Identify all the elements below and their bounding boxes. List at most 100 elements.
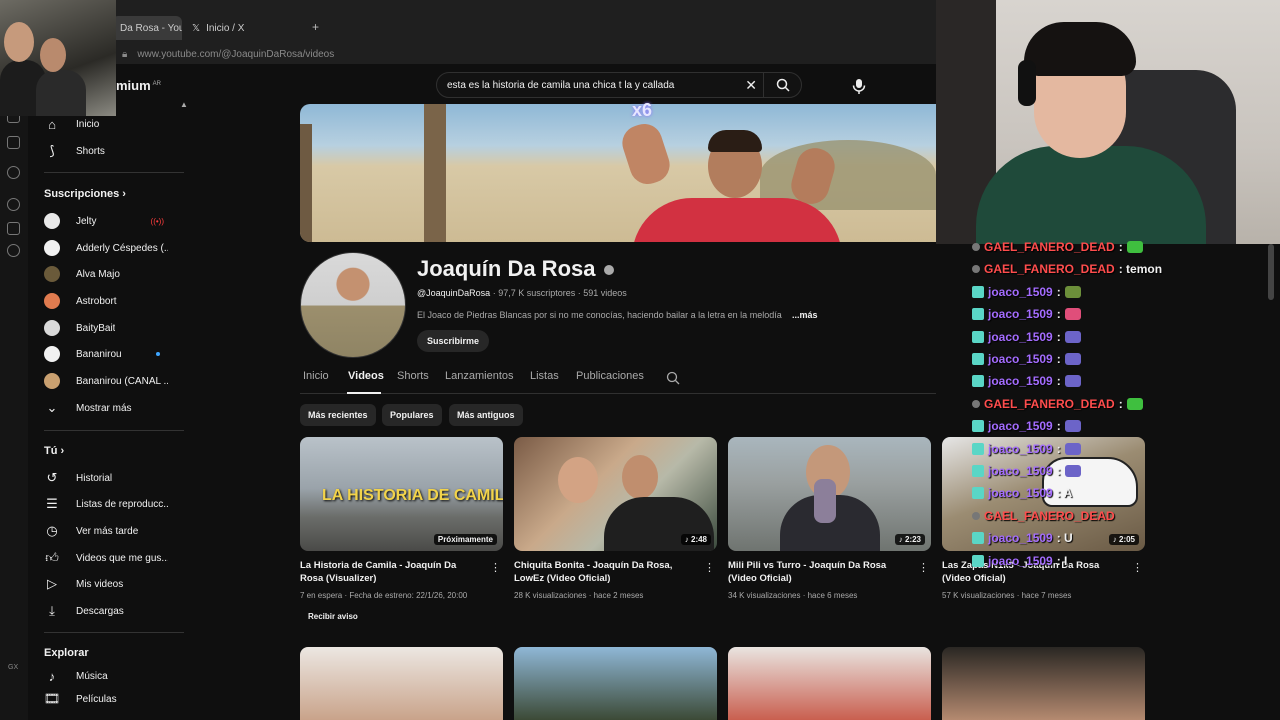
microphone-icon[interactable] — [850, 77, 868, 95]
chevron-down-icon: ⌄ — [46, 400, 58, 415]
strip-icon[interactable] — [7, 136, 20, 149]
tab-lanzamientos[interactable]: Lanzamientos — [445, 370, 514, 382]
chip-oldest[interactable]: Más antiguos — [449, 404, 523, 426]
chat-text: : — [1056, 352, 1061, 366]
youtube-logo[interactable]: mium AR — [116, 78, 161, 93]
sidebar-sub-adderly[interactable]: Adderly Céspedes (... — [28, 236, 184, 260]
more-options-icon[interactable]: ⋮ — [918, 561, 929, 574]
address-bar[interactable]: 🔒︎ www.youtube.com/@JoaquinDaRosa/videos — [112, 44, 936, 64]
remind-me-button[interactable]: Recibir aviso — [300, 608, 366, 624]
chat-message: joaco_1509 : U — [972, 531, 1073, 545]
video-title[interactable]: Mili Pili vs Turro - Joaquín Da Rosa (Vi… — [728, 559, 908, 585]
strip-icon[interactable] — [7, 222, 20, 235]
avatar — [44, 240, 60, 256]
strip-icon[interactable] — [7, 166, 20, 179]
video-thumbnail[interactable] — [300, 647, 503, 720]
sidebar-item-movies[interactable]: 🎞︎ Películas — [28, 690, 184, 708]
description-more-link[interactable]: ...más — [792, 310, 818, 320]
sidebar-item-shorts[interactable]: ⟆ Shorts — [28, 139, 184, 163]
chat-message: joaco_1509 : — [972, 352, 1081, 366]
sidebar-sub-baitybait[interactable]: BaityBait — [28, 316, 184, 340]
video-thumbnail[interactable]: ♪ 2:48 — [514, 437, 717, 551]
sidebar-sub-bananirou-canal[interactable]: Bananirou (CANAL ... — [28, 369, 184, 393]
subscribe-button[interactable]: Suscribirme — [417, 330, 489, 352]
tab-videos[interactable]: Videos — [348, 370, 384, 382]
sidebar-item-downloads[interactable]: ⤓ Descargas — [28, 599, 184, 623]
tab-listas[interactable]: Listas — [530, 370, 559, 382]
video-card[interactable]: LA HISTORIA DE CAMILA Próximamente La Hi… — [300, 437, 503, 600]
chat-message: GAEL_FANERO_DEAD : — [972, 240, 1143, 254]
sidebar-sub-bananirou[interactable]: Bananirou — [28, 342, 184, 366]
channel-search-icon[interactable] — [666, 371, 680, 385]
video-card[interactable]: ♪ 2:23 Mili Pili vs Turro - Joaquín Da R… — [728, 437, 931, 600]
sidebar-item-music[interactable]: ♪ Música — [28, 664, 184, 688]
video-thumbnail[interactable] — [942, 647, 1145, 720]
tab-x[interactable]: 𝕏 Inicio / X — [184, 16, 304, 40]
tab-inicio[interactable]: Inicio — [303, 370, 329, 382]
sidebar-sub-alva-majo[interactable]: Alva Majo — [28, 262, 184, 286]
channel-meta: @JoaquinDaRosa · 97,7 K suscriptores · 5… — [417, 288, 627, 298]
chat-username: joaco_1509 — [988, 329, 1053, 344]
more-options-icon[interactable]: ⋮ — [490, 561, 501, 574]
video-title[interactable]: La Historia de Camila - Joaquín Da Rosa … — [300, 559, 480, 585]
music-icon: ♪ — [48, 668, 56, 684]
new-tab-button[interactable]: + — [312, 20, 319, 34]
emote-icon — [1064, 375, 1081, 388]
subscriptions-heading[interactable]: Suscripciones › — [44, 188, 126, 200]
sidebar-item-inicio[interactable]: ⌂ Inicio — [28, 112, 184, 136]
avatar — [44, 266, 60, 282]
more-options-icon[interactable]: ⋮ — [704, 561, 715, 574]
video-thumbnail[interactable] — [728, 647, 931, 720]
clear-search-icon[interactable]: ✕ — [745, 77, 757, 94]
video-meta: 57 K visualizaciones · hace 7 meses — [942, 591, 1072, 600]
chat-message: joaco_1509 : — [972, 285, 1081, 299]
sidebar-sub-astrobort[interactable]: Astrobort — [28, 289, 184, 313]
sidebar-sub-jelty[interactable]: Jelty ((•)) — [28, 209, 184, 233]
tab-youtube[interactable]: Da Rosa - You — [112, 16, 182, 40]
scrollbar[interactable] — [1268, 244, 1274, 300]
search-button[interactable] — [763, 73, 801, 97]
sidebar-item-watch-later[interactable]: ◷ Ver más tarde — [28, 519, 184, 543]
active-tab-underline — [347, 392, 381, 394]
you-heading[interactable]: Tú › — [44, 445, 64, 457]
webcam-overlay-small — [0, 0, 116, 116]
sidebar-item-my-videos[interactable]: ▷ Mis videos — [28, 572, 184, 596]
chat-username: joaco_1509 — [988, 352, 1053, 366]
sidebar-scroll-up-icon[interactable]: ▲ — [180, 100, 188, 109]
emote-icon — [1126, 241, 1143, 253]
chip-most-recent[interactable]: Más recientes — [300, 404, 376, 426]
chat-username: joaco_1509 — [988, 531, 1053, 546]
tab-publicaciones[interactable]: Publicaciones — [576, 370, 644, 382]
strip-icon[interactable] — [7, 198, 20, 211]
avatar — [44, 373, 60, 389]
channel-description[interactable]: El Joaco de Piedras Blancas por si no me… — [417, 310, 789, 320]
chat-message: joaco_1509 : — [972, 330, 1081, 344]
video-thumbnail[interactable]: ♪ 2:23 — [728, 437, 931, 551]
sidebar: ⌂ Inicio ⟆ Shorts Suscripciones › Jelty … — [28, 112, 184, 720]
tab-shorts[interactable]: Shorts — [397, 370, 429, 382]
show-more-button[interactable]: ⌄ Mostrar más — [28, 396, 184, 420]
download-icon: ⤓ — [49, 603, 55, 618]
chat-message: joaco_1509 : — [972, 442, 1081, 456]
video-card[interactable]: ♪ 2:48 Chiquita Bonita - Joaquín Da Rosa… — [514, 437, 717, 600]
channel-banner — [300, 104, 936, 242]
search-bar[interactable]: esta es la historia de camila una chica … — [436, 72, 802, 98]
movies-icon: 🎞︎ — [43, 691, 61, 706]
video-thumbnail[interactable] — [514, 647, 717, 720]
badge-icon — [972, 353, 984, 365]
sidebar-item-playlists[interactable]: ☰ Listas de reproducc... — [28, 492, 184, 516]
chip-popular[interactable]: Populares — [382, 404, 442, 426]
settings-icon[interactable] — [7, 244, 20, 257]
badge-icon — [972, 375, 984, 388]
sidebar-item-historial[interactable]: ↺ Historial — [28, 466, 184, 490]
browser-side-strip: GX — [0, 64, 28, 720]
sidebar-item-liked[interactable]: 👍︎ Videos que me gus... — [28, 546, 184, 570]
emote-icon — [1064, 442, 1081, 455]
x-logo-icon: 𝕏 — [192, 22, 201, 34]
video-title[interactable]: Chiquita Bonita - Joaquín Da Rosa, LowEz… — [514, 559, 694, 585]
chat-username: joaco_1509 — [988, 419, 1053, 434]
video-thumbnail[interactable]: LA HISTORIA DE CAMILA Próximamente — [300, 437, 503, 551]
channel-avatar[interactable] — [300, 252, 406, 358]
url-text: www.youtube.com/@JoaquinDaRosa/videos — [137, 48, 335, 60]
search-input[interactable]: esta es la historia de camila una chica … — [447, 80, 674, 91]
